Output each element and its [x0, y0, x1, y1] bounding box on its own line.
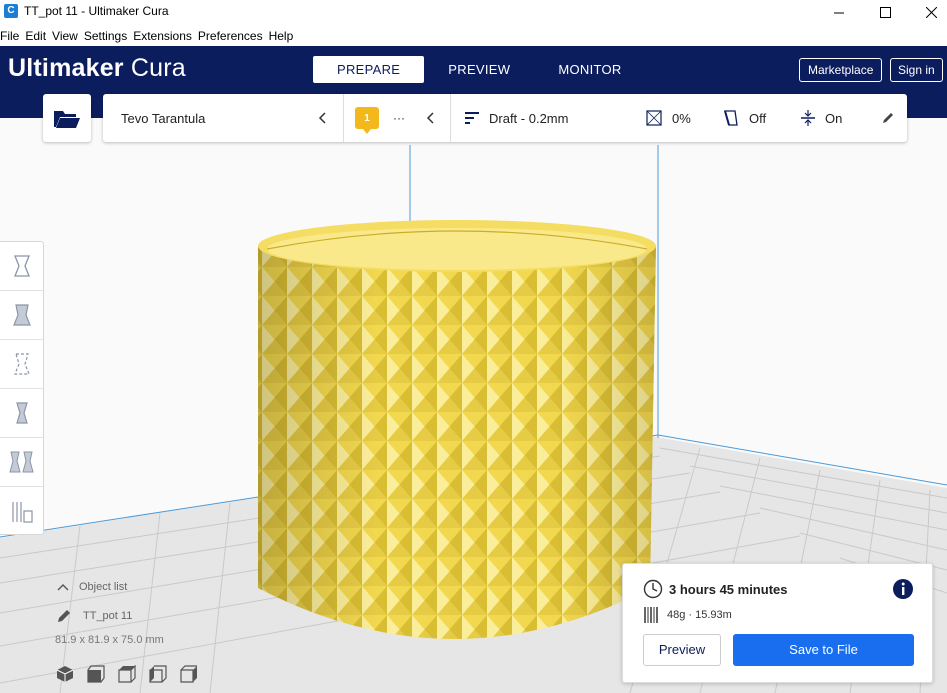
move-icon	[13, 255, 30, 277]
clock-icon	[643, 579, 663, 599]
object-name: TT_pot 11	[83, 610, 133, 622]
tab-prepare[interactable]: PREPARE	[313, 56, 425, 83]
scale-tool[interactable]	[0, 291, 43, 340]
material-selector[interactable]: 1	[355, 94, 379, 142]
view-front-button[interactable]	[87, 663, 118, 685]
material-usage-row: 48g · 15.93m	[643, 606, 732, 624]
support-icon	[724, 110, 738, 126]
minimize-button[interactable]	[816, 0, 862, 25]
per-model-settings-icon	[8, 451, 34, 473]
tool-panel	[0, 241, 44, 535]
printer-selector[interactable]: Tevo Tarantula	[121, 94, 205, 142]
title-bar: C TT_pot 11 - Ultimaker Cura	[0, 0, 947, 25]
print-time: 3 hours 45 minutes	[669, 581, 788, 597]
tab-monitor[interactable]: MONITOR	[534, 56, 645, 83]
chevron-left-icon	[426, 112, 434, 124]
info-icon	[893, 579, 913, 599]
marketplace-button[interactable]: Marketplace	[799, 58, 883, 82]
print-info-button[interactable]	[892, 578, 914, 605]
print-settings-bar: Tevo Tarantula 1 ··· Draft - 0.2mm 0% Of…	[103, 94, 907, 142]
menu-preferences[interactable]: Preferences	[195, 25, 266, 46]
filament-spool-icon	[644, 607, 658, 623]
scale-icon	[12, 304, 31, 326]
adhesion-value: On	[825, 110, 843, 126]
chevron-up-icon	[57, 584, 69, 591]
print-time-row: 3 hours 45 minutes	[643, 579, 787, 599]
maximize-button[interactable]	[862, 0, 908, 25]
chevron-left-icon	[318, 112, 326, 124]
minimize-icon	[833, 12, 844, 14]
per-model-settings-tool[interactable]	[0, 438, 43, 487]
divider	[450, 94, 451, 142]
pencil-icon	[58, 610, 70, 622]
rotate-tool[interactable]	[0, 340, 43, 389]
support-value: Off	[749, 110, 767, 126]
custom-settings-button[interactable]	[882, 94, 894, 142]
print-summary-panel: 3 hours 45 minutes 48g · 15.93m Preview …	[622, 563, 933, 683]
object-name-row[interactable]: TT_pot 11	[57, 609, 132, 623]
material-collapse-button[interactable]	[426, 94, 436, 142]
close-button[interactable]	[908, 0, 947, 25]
view-top-button[interactable]	[118, 663, 149, 685]
support-blocker-icon	[11, 501, 33, 523]
cube-top-icon	[118, 665, 136, 683]
open-file-button[interactable]	[43, 94, 91, 142]
printer-collapse-button[interactable]	[318, 94, 328, 142]
cube-3d-icon	[56, 666, 74, 682]
cube-front-icon	[87, 665, 105, 683]
menu-help[interactable]: Help	[266, 25, 297, 46]
camera-view-buttons	[56, 663, 211, 685]
object-list-label: Object list	[79, 581, 128, 593]
material-usage: 48g · 15.93m	[667, 609, 732, 621]
pencil-icon	[883, 113, 893, 123]
support-setting[interactable]: Off	[723, 94, 766, 142]
menu-file[interactable]: File	[0, 25, 22, 46]
object-list-toggle[interactable]: Object list	[57, 581, 127, 593]
pot-model[interactable]	[258, 220, 656, 639]
menu-settings[interactable]: Settings	[81, 25, 130, 46]
mirror-icon	[15, 402, 28, 424]
adhesion-icon	[801, 110, 815, 126]
support-blocker-tool[interactable]	[0, 487, 43, 536]
profile-name: Draft - 0.2mm	[489, 110, 569, 126]
profile-icon	[465, 112, 479, 124]
brand-product: Cura	[130, 54, 186, 82]
object-dimensions: 81.9 x 81.9 x 75.0 mm	[55, 634, 164, 646]
material-more[interactable]: ···	[393, 94, 405, 142]
sign-in-button[interactable]: Sign in	[890, 58, 943, 82]
mirror-tool[interactable]	[0, 389, 43, 438]
brand-name: Ultimaker	[8, 54, 124, 82]
brand-logo: Ultimaker Cura	[8, 54, 186, 83]
printer-name: Tevo Tarantula	[121, 110, 206, 126]
window-title: TT_pot 11 - Ultimaker Cura	[24, 4, 169, 18]
cube-left-icon	[149, 665, 167, 683]
adhesion-setting[interactable]: On	[801, 94, 842, 142]
infill-icon	[646, 110, 662, 126]
preview-button[interactable]: Preview	[643, 634, 721, 666]
menu-extensions[interactable]: Extensions	[130, 25, 195, 46]
infill-value: 0%	[672, 110, 691, 126]
stage-tabs: PREPARE PREVIEW MONITOR	[313, 56, 646, 83]
extruder-badge: 1	[355, 107, 379, 134]
maximize-icon	[879, 7, 891, 18]
save-to-file-button[interactable]: Save to File	[733, 634, 914, 666]
view-3d-button[interactable]	[56, 663, 87, 685]
cube-right-icon	[180, 665, 197, 683]
menu-bar: File Edit View Settings Extensions Prefe…	[0, 25, 947, 46]
move-tool[interactable]	[0, 242, 43, 291]
profile-selector[interactable]: Draft - 0.2mm	[465, 94, 568, 142]
rotate-icon	[13, 353, 30, 375]
folder-icon	[54, 111, 80, 128]
infill-setting[interactable]: 0%	[646, 94, 691, 142]
close-icon	[925, 7, 937, 18]
tab-preview[interactable]: PREVIEW	[424, 56, 534, 83]
menu-view[interactable]: View	[49, 25, 81, 46]
view-right-button[interactable]	[180, 663, 211, 685]
menu-edit[interactable]: Edit	[22, 25, 49, 46]
view-left-button[interactable]	[149, 663, 180, 685]
cura-app-icon: C	[4, 4, 18, 18]
divider	[343, 94, 344, 142]
